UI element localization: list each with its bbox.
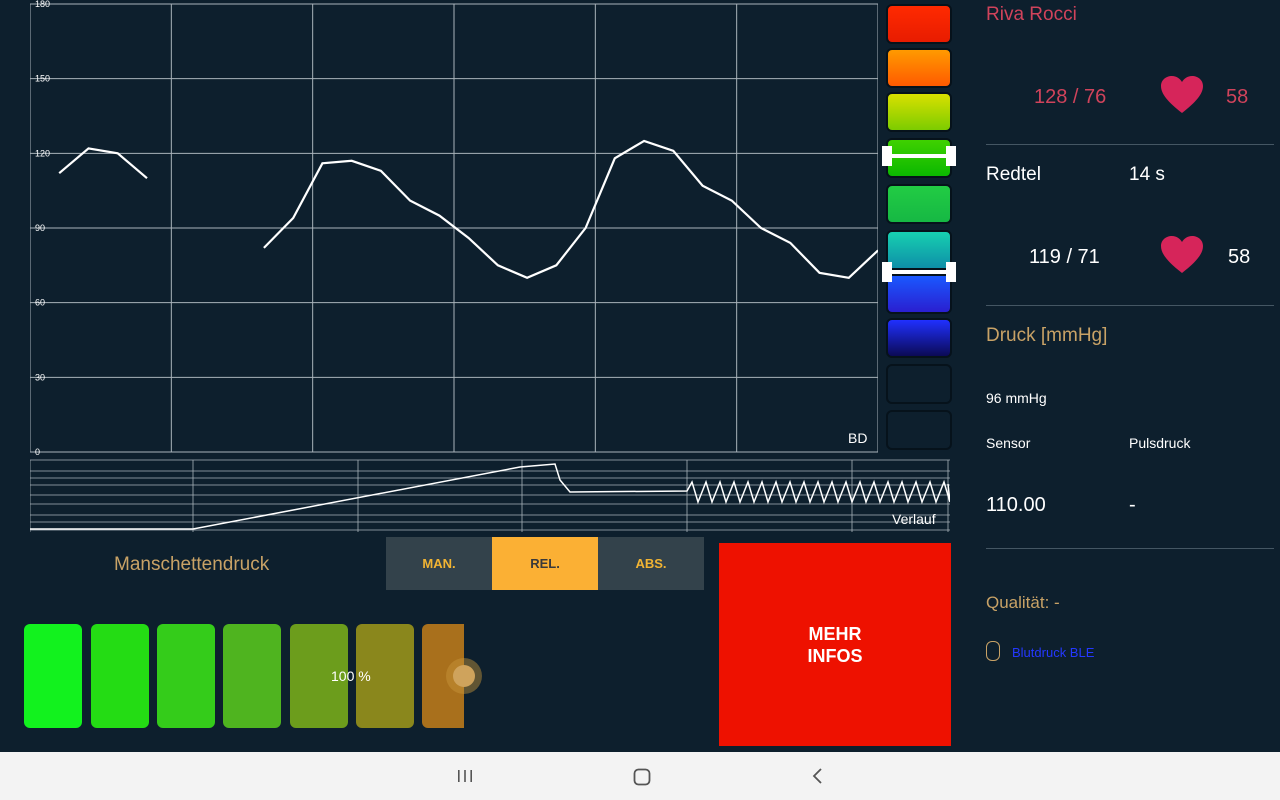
redtel-label: Redtel <box>986 164 1041 185</box>
riva-title: Riva Rocci <box>986 4 1077 25</box>
redtel-bp-value: 119 / 71 <box>1029 246 1100 268</box>
quality-text: Qualität: - <box>986 593 1060 612</box>
pulsdruck-value: - <box>1129 494 1136 516</box>
riva-pulse-value: 58 <box>1226 86 1249 108</box>
more-info-line2: INFOS <box>807 645 863 666</box>
mode-abs-button[interactable]: ABS. <box>598 537 704 590</box>
sensor-label: Sensor <box>986 435 1031 451</box>
diastolic-marker[interactable] <box>882 262 956 282</box>
manschetten-label: Manschettendruck <box>114 554 270 575</box>
level-segment <box>157 624 215 728</box>
mode-man-button[interactable]: MAN. <box>386 537 492 590</box>
recent-apps-icon[interactable] <box>455 766 475 786</box>
scale-segment <box>886 184 952 224</box>
verlauf-trace <box>30 463 950 530</box>
heart-icon <box>1161 236 1203 273</box>
home-icon[interactable] <box>631 766 653 788</box>
bd-y-tick-label: 30 <box>35 372 45 382</box>
mode-rel-button[interactable]: REL. <box>492 537 598 590</box>
ble-device-link[interactable]: Blutdruck BLE <box>1012 645 1094 660</box>
ble-status-icon <box>986 641 1000 661</box>
bd-y-tick-label: 120 <box>35 148 50 158</box>
divider <box>986 305 1274 306</box>
bd-y-tick-label: 60 <box>35 298 45 308</box>
heart-icon <box>1161 76 1203 113</box>
level-segment <box>91 624 149 728</box>
bd-label: BD <box>848 430 867 446</box>
redtel-time: 14 s <box>1129 164 1165 185</box>
redtel-pulse-value: 58 <box>1228 246 1251 268</box>
system-nav-bar <box>0 752 1280 800</box>
bd-y-tick-label: 150 <box>35 74 50 84</box>
scale-segment <box>886 48 952 88</box>
back-icon[interactable] <box>808 766 828 786</box>
bd-y-tick-label: 180 <box>35 0 50 9</box>
divider <box>986 144 1274 145</box>
cuff-percent-text: 100 % <box>331 668 371 684</box>
level-segment <box>223 624 281 728</box>
scale-segment <box>886 318 952 358</box>
sensor-value: 110.00 <box>986 494 1046 516</box>
druck-value: 96 mmHg <box>986 390 1047 406</box>
druck-title: Druck [mmHg] <box>986 325 1108 346</box>
bd-series <box>58 139 878 279</box>
scale-segment <box>886 364 952 404</box>
scale-segment <box>886 4 952 44</box>
systolic-marker[interactable] <box>882 146 956 166</box>
more-info-line1: MEHR <box>808 623 862 644</box>
scale-segment <box>886 410 952 450</box>
cuff-slider-handle[interactable] <box>446 658 482 694</box>
pulsdruck-label: Pulsdruck <box>1129 435 1191 451</box>
more-info-button[interactable]: MEHR INFOS <box>719 543 951 746</box>
riva-bp-value: 128 / 76 <box>1034 86 1107 108</box>
verlauf-chart: Verlauf <box>30 459 950 532</box>
level-segment <box>24 624 82 728</box>
scale-segment <box>886 92 952 132</box>
verlauf-label: Verlauf <box>892 511 936 527</box>
bd-y-tick-label: 90 <box>35 223 45 233</box>
bd-chart: 180 150 120 90 60 30 0 BD <box>30 0 878 456</box>
divider <box>986 548 1274 549</box>
bd-y-tick-label: 0 <box>35 447 40 456</box>
bd-line-segment <box>263 139 878 279</box>
